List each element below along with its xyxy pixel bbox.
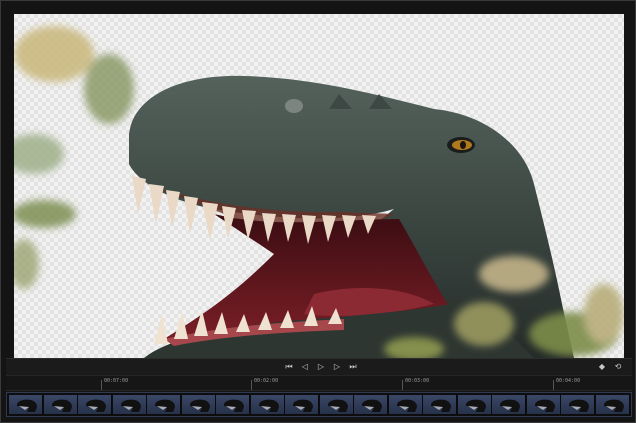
filmstrip-thumbnail[interactable] xyxy=(388,395,423,414)
video-editor-window: ⏮ ◁ ▷ ▷ ⏭ ◆ ⟲ 00:07:00 00:02:00 00:03:00… xyxy=(0,0,636,423)
step-back-button[interactable]: ◁ xyxy=(299,361,311,373)
filmstrip-thumbnail[interactable] xyxy=(319,395,354,414)
filmstrip-thumbnail[interactable] xyxy=(78,395,112,414)
filmstrip-thumbnail[interactable] xyxy=(9,395,43,414)
timeline-ruler[interactable]: 00:07:00 00:02:00 00:03:00 00:04:00 xyxy=(6,375,632,391)
skip-back-icon: ⏮ xyxy=(285,362,293,371)
ruler-tick xyxy=(402,380,403,390)
loop-icon: ⟲ xyxy=(614,362,622,371)
filmstrip-thumbnail[interactable] xyxy=(43,395,78,414)
timecode-label: 00:07:00 xyxy=(104,378,129,384)
timecode-label: 00:02:00 xyxy=(254,378,279,384)
filmstrip-thumbnail[interactable] xyxy=(250,395,285,414)
go-to-start-button[interactable]: ⏮ xyxy=(283,361,295,373)
marker-button[interactable]: ◆ xyxy=(596,361,608,373)
clip-filmstrip[interactable] xyxy=(6,392,632,417)
ruler-tick xyxy=(553,380,554,390)
loop-button[interactable]: ⟲ xyxy=(612,361,624,373)
filmstrip-thumbnail[interactable] xyxy=(457,395,492,414)
filmstrip-thumbnail[interactable] xyxy=(492,395,526,414)
play-icon: ▷ xyxy=(317,362,325,371)
filmstrip-thumbnail[interactable] xyxy=(423,395,457,414)
ruler-tick xyxy=(101,380,102,390)
skip-forward-icon: ⏭ xyxy=(349,362,357,371)
filmstrip-thumbnail[interactable] xyxy=(354,395,388,414)
step-back-icon: ◁ xyxy=(301,362,309,371)
play-button[interactable]: ▷ xyxy=(315,361,327,373)
transport-controls: ⏮ ◁ ▷ ▷ ⏭ ◆ ⟲ xyxy=(6,358,632,375)
timecode-label: 00:03:00 xyxy=(405,378,430,384)
filmstrip-thumbnail[interactable] xyxy=(526,395,561,414)
preview-viewer[interactable] xyxy=(14,14,624,358)
filmstrip-thumbnail[interactable] xyxy=(112,395,147,414)
filmstrip-thumbnail[interactable] xyxy=(216,395,250,414)
filmstrip-thumbnail[interactable] xyxy=(561,395,595,414)
filmstrip-thumbnail[interactable] xyxy=(147,395,181,414)
diamond-icon: ◆ xyxy=(598,362,606,371)
ruler-tick xyxy=(251,380,252,390)
filmstrip-thumbnail[interactable] xyxy=(285,395,319,414)
filmstrip-thumbnail[interactable] xyxy=(181,395,216,414)
go-to-end-button[interactable]: ⏭ xyxy=(347,361,359,373)
step-forward-button[interactable]: ▷ xyxy=(331,361,343,373)
timecode-label: 00:04:00 xyxy=(556,378,581,384)
dinosaur-image xyxy=(14,26,624,358)
step-forward-icon: ▷ xyxy=(333,362,341,371)
filmstrip-thumbnail[interactable] xyxy=(595,395,630,414)
